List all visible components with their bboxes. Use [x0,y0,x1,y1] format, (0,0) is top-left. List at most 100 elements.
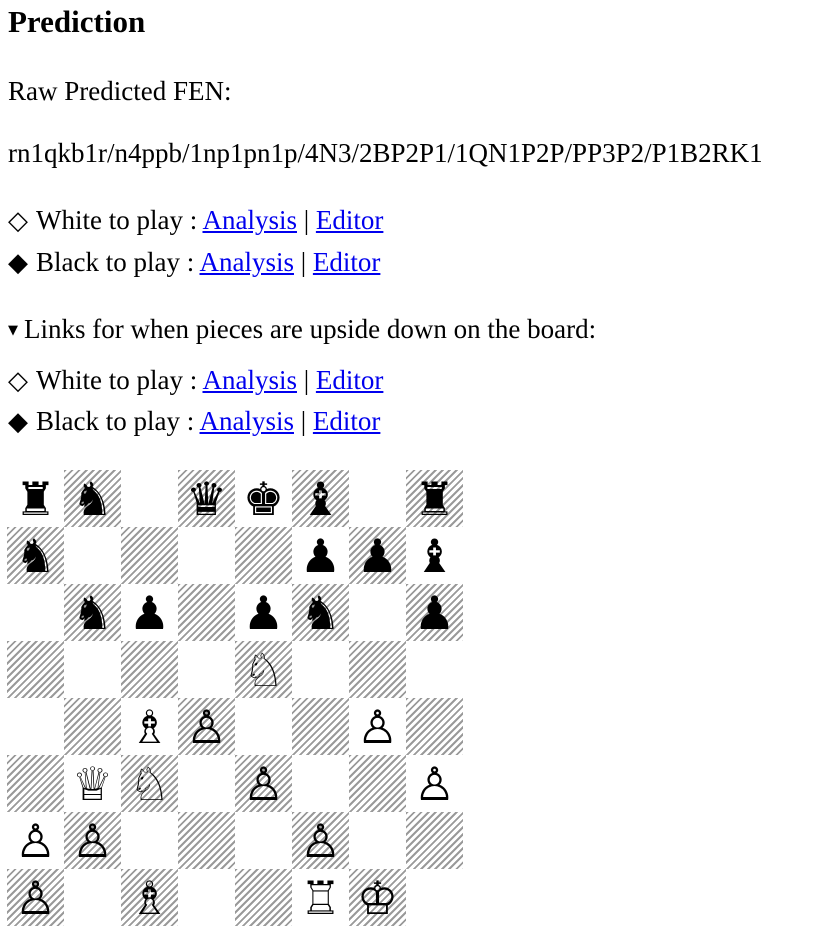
board-square [349,755,406,812]
upside-white-analysis-link[interactable]: Analysis [202,365,297,395]
black-knight-icon: ♞ [71,585,114,640]
board-square [406,812,463,869]
board-square [292,755,349,812]
upside-black-analysis-link[interactable]: Analysis [199,406,294,436]
board-square: ♘ [235,641,292,698]
white-editor-link[interactable]: Editor [316,205,384,235]
board-square [178,584,235,641]
black-knight-icon: ♞ [299,585,342,640]
white-pawn-icon: ♙ [356,699,399,754]
board-square [64,698,121,755]
disclosure-triangle-icon[interactable]: ▼ [8,314,18,348]
white-diamond-icon: ◇ [8,366,28,396]
black-queen-icon: ♛ [185,471,228,526]
white-knight-icon: ♘ [242,642,285,697]
white-pawn-icon: ♙ [14,870,57,925]
separator: | [296,365,316,395]
board-square [349,641,406,698]
separator: | [293,406,313,436]
page-title: Prediction [8,4,146,39]
board-square: ♟ [292,527,349,584]
board-square [7,641,64,698]
board-square: ♟ [406,584,463,641]
black-to-play-label: Black to play : [36,247,200,277]
board-square: ♙ [7,869,64,926]
white-bishop-icon: ♗ [128,699,171,754]
board-square: ♘ [121,755,178,812]
board-square: ♞ [64,584,121,641]
white-pawn-icon: ♙ [185,699,228,754]
board-square [349,470,406,527]
black-analysis-link[interactable]: Analysis [199,247,294,277]
upside-white-to-play-row: ◇ White to play : Analysis | Editor [8,363,383,398]
board-square: ♛ [178,470,235,527]
black-pawn-icon: ♟ [356,528,399,583]
board-square [349,584,406,641]
board-square: ♙ [7,812,64,869]
board-square: ♜ [7,470,64,527]
board-square [235,698,292,755]
board-square [121,527,178,584]
board-square: ♙ [406,755,463,812]
white-bishop-icon: ♗ [128,870,171,925]
white-knight-icon: ♘ [128,756,171,811]
upside-down-summary[interactable]: ▼ Links for when pieces are upside down o… [8,312,596,348]
board-square [349,812,406,869]
upside-down-label: Links for when pieces are upside down on… [24,314,597,344]
board-square: ♗ [121,698,178,755]
board-square [235,527,292,584]
board-square: ♔ [349,869,406,926]
board-square [178,641,235,698]
board-square: ♝ [292,470,349,527]
board-square [121,641,178,698]
board-square [235,812,292,869]
board-square: ♖ [292,869,349,926]
board-square: ♟ [349,527,406,584]
white-to-play-label: White to play : [36,205,203,235]
separator: | [293,247,313,277]
black-bishop-icon: ♝ [413,528,456,583]
upside-white-editor-link[interactable]: Editor [316,365,384,395]
board-square [406,641,463,698]
upside-black-to-play-row: ◆ Black to play : Analysis | Editor [8,404,380,439]
board-square [406,698,463,755]
board-square: ♙ [178,698,235,755]
board-square [292,641,349,698]
white-to-play-row: ◇ White to play : Analysis | Editor [8,203,383,238]
board-square: ♚ [235,470,292,527]
board-square [235,869,292,926]
white-king-icon: ♔ [356,870,399,925]
white-analysis-link[interactable]: Analysis [202,205,297,235]
board-square [178,869,235,926]
black-diamond-icon: ◆ [8,407,28,437]
board-square: ♗ [121,869,178,926]
white-to-play-label: White to play : [36,365,203,395]
white-diamond-icon: ◇ [8,206,28,236]
board-square [7,584,64,641]
board-square [7,698,64,755]
black-to-play-row: ◆ Black to play : Analysis | Editor [8,245,380,280]
black-rook-icon: ♜ [413,471,456,526]
board-square [178,755,235,812]
black-to-play-label: Black to play : [36,406,200,436]
board-square: ♞ [292,584,349,641]
board-square: ♜ [406,470,463,527]
raw-fen-label: Raw Predicted FEN: [8,76,232,106]
white-pawn-icon: ♙ [242,756,285,811]
board-square [64,527,121,584]
black-pawn-icon: ♟ [299,528,342,583]
board-square [178,527,235,584]
white-pawn-icon: ♙ [299,813,342,868]
board-square: ♞ [64,470,121,527]
white-queen-icon: ♕ [71,756,114,811]
fen-text: rn1qkb1r/n4ppb/1np1pn1p/4N3/2BP2P1/1QN1P… [8,138,763,168]
board-square: ♟ [235,584,292,641]
white-pawn-icon: ♙ [413,756,456,811]
white-pawn-icon: ♙ [71,813,114,868]
board-square: ♙ [349,698,406,755]
black-editor-link[interactable]: Editor [313,247,381,277]
black-king-icon: ♚ [242,471,285,526]
separator: | [296,205,316,235]
upside-black-editor-link[interactable]: Editor [313,406,381,436]
chess-board: ♜ ♞ ♛ ♚ ♝ ♜ ♞ ♟ ♟ ♝ ♞ ♟ ♟ ♞ ♟ ♘ ♗ ♙ ♙ ♕ ♘ ♙ ♙ ♙ ♙ ♙ ♙ ♗ ♖ ♔ [7,470,463,926]
